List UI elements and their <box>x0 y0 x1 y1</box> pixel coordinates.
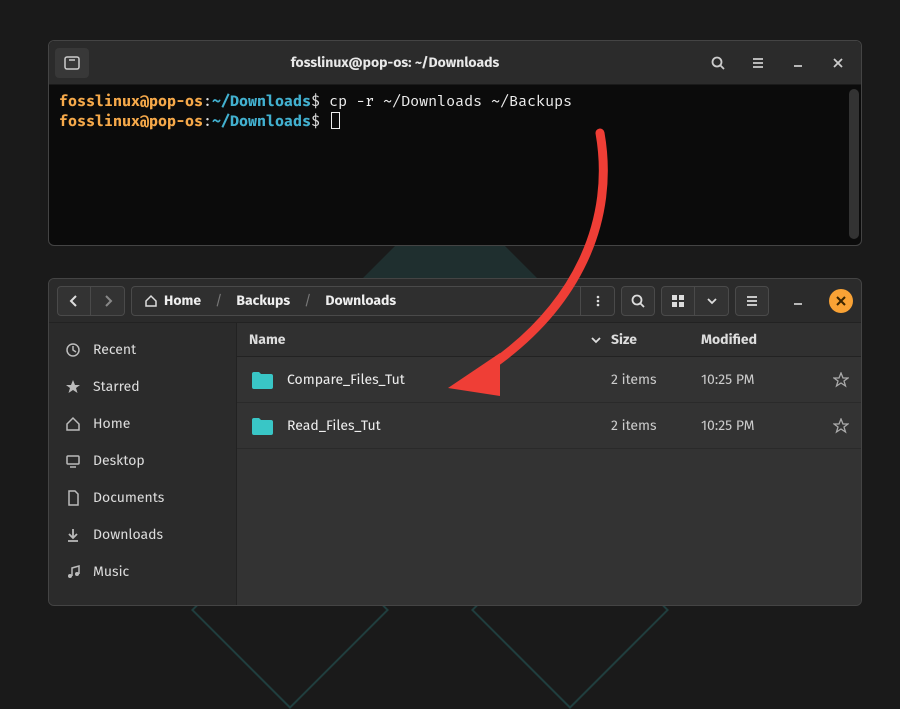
prompt-user: fosslinux@pop-os <box>59 92 203 110</box>
cursor <box>331 112 340 129</box>
file-size: 2 items <box>611 371 701 388</box>
terminal-scrollbar[interactable] <box>849 89 859 239</box>
sidebar-item-music[interactable]: Music <box>49 553 236 590</box>
sidebar-item-starred[interactable]: Starred <box>49 368 236 405</box>
sidebar-item-recent[interactable]: Recent <box>49 331 236 368</box>
prompt-path: ~/Downloads <box>212 92 311 110</box>
star-toggle[interactable] <box>821 418 861 434</box>
fm-search-button[interactable] <box>621 286 655 316</box>
star-outline-icon <box>833 372 849 388</box>
terminal-line: fosslinux@pop-os:~/Downloads$ cp -r ~/Do… <box>59 91 851 111</box>
sidebar-item-label: Music <box>93 563 129 580</box>
forward-button[interactable] <box>91 286 125 316</box>
breadcrumb-downloads[interactable]: Downloads <box>313 287 408 315</box>
file-size: 2 items <box>611 417 701 434</box>
file-name: Compare_Files_Tut <box>287 371 611 388</box>
sidebar-item-label: Desktop <box>93 452 145 469</box>
sort-desc-icon <box>591 335 601 345</box>
file-manager-window: Home / Backups / Downloads <box>48 278 862 606</box>
terminal-line: fosslinux@pop-os:~/Downloads$ <box>59 111 851 131</box>
sidebar-item-label: Recent <box>93 341 136 358</box>
new-tab-button[interactable] <box>55 48 89 78</box>
fm-close-button[interactable] <box>829 289 853 313</box>
sidebar-item-desktop[interactable]: Desktop <box>49 442 236 479</box>
desktop-icon <box>65 453 81 469</box>
breadcrumb-label: Home <box>164 292 201 309</box>
star-outline-icon <box>833 418 849 434</box>
home-icon <box>144 294 158 308</box>
terminal-body[interactable]: fosslinux@pop-os:~/Downloads$ cp -r ~/Do… <box>49 85 861 245</box>
prompt-user: fosslinux@pop-os <box>59 112 203 130</box>
star-icon <box>65 379 81 395</box>
file-modified: 10:25 PM <box>701 417 821 434</box>
command-text: cp -r ~/Downloads ~/Backups <box>329 92 572 110</box>
nav-group <box>57 286 125 316</box>
doc-icon <box>65 490 81 506</box>
fm-menu-button[interactable] <box>735 286 769 316</box>
column-size-label: Size <box>611 331 637 348</box>
sidebar: Recent Starred Home Desktop Documents Do… <box>49 323 237 605</box>
file-modified: 10:25 PM <box>701 371 821 388</box>
file-row[interactable]: Compare_Files_Tut 2 items 10:25 PM <box>237 357 861 403</box>
music-icon <box>65 564 81 580</box>
sidebar-item-documents[interactable]: Documents <box>49 479 236 516</box>
star-toggle[interactable] <box>821 372 861 388</box>
prompt-path: ~/Downloads <box>212 112 311 130</box>
column-headers: Name Size Modified <box>237 323 861 357</box>
view-mode-group <box>661 286 729 316</box>
folder-icon <box>251 371 273 389</box>
terminal-menu-button[interactable] <box>741 48 775 78</box>
clock-icon <box>65 342 81 358</box>
sidebar-item-label: Downloads <box>93 526 163 543</box>
column-name[interactable]: Name <box>237 331 611 348</box>
fm-body: Recent Starred Home Desktop Documents Do… <box>49 323 861 605</box>
breadcrumb-home[interactable]: Home <box>132 287 213 315</box>
breadcrumb-label: Downloads <box>325 292 396 309</box>
terminal-window: fosslinux@pop-os: ~/Downloads fosslinux@… <box>48 40 862 246</box>
path-bar: Home / Backups / Downloads <box>131 286 615 316</box>
column-size[interactable]: Size <box>611 331 701 348</box>
column-modified[interactable]: Modified <box>701 331 821 348</box>
grid-view-button[interactable] <box>661 286 695 316</box>
column-name-label: Name <box>249 331 286 348</box>
sidebar-item-label: Starred <box>93 378 140 395</box>
breadcrumb-label: Backups <box>236 292 290 309</box>
sidebar-item-label: Home <box>93 415 130 432</box>
path-options-button[interactable] <box>580 287 614 315</box>
download-icon <box>65 527 81 543</box>
column-modified-label: Modified <box>701 331 757 348</box>
fm-minimize-button[interactable] <box>781 286 815 316</box>
terminal-title: fosslinux@pop-os: ~/Downloads <box>95 54 695 71</box>
breadcrumb-backups[interactable]: Backups <box>224 287 302 315</box>
terminal-minimize-button[interactable] <box>781 48 815 78</box>
sidebar-item-home[interactable]: Home <box>49 405 236 442</box>
terminal-titlebar: fosslinux@pop-os: ~/Downloads <box>49 41 861 85</box>
file-name: Read_Files_Tut <box>287 417 611 434</box>
breadcrumb-separator: / <box>213 292 224 309</box>
terminal-search-button[interactable] <box>701 48 735 78</box>
file-row[interactable]: Read_Files_Tut 2 items 10:25 PM <box>237 403 861 449</box>
back-button[interactable] <box>57 286 91 316</box>
view-dropdown-button[interactable] <box>695 286 729 316</box>
breadcrumb-separator: / <box>302 292 313 309</box>
terminal-close-button[interactable] <box>821 48 855 78</box>
sidebar-item-downloads[interactable]: Downloads <box>49 516 236 553</box>
fm-toolbar: Home / Backups / Downloads <box>49 279 861 323</box>
sidebar-item-label: Documents <box>93 489 164 506</box>
content-pane: Name Size Modified Compare_Files_Tut 2 i… <box>237 323 861 605</box>
folder-icon <box>251 417 273 435</box>
home-icon <box>65 416 81 432</box>
